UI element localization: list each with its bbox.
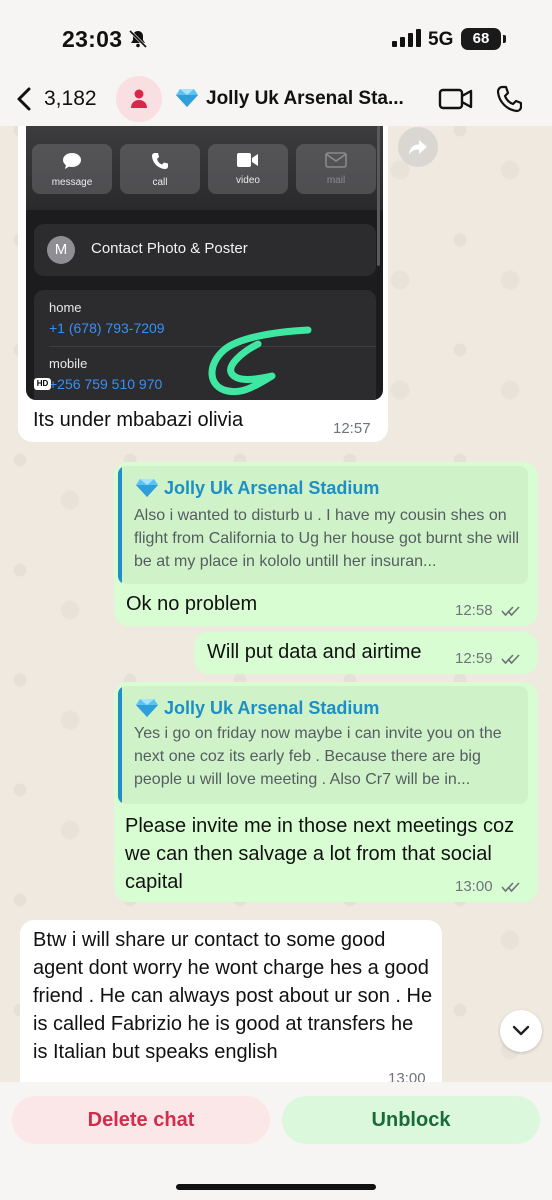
quote-text: Yes i go on friday now maybe i can invit…	[134, 725, 502, 788]
gem-icon	[176, 89, 198, 107]
chevron-down-icon	[512, 1025, 530, 1036]
screenshot-scrollbar	[377, 126, 380, 266]
action-label-mail: mail	[326, 175, 346, 186]
quoted-message[interactable]: Jolly Uk Arsenal Stadium Yes i go on fri…	[118, 686, 528, 804]
message-text: Btw i will share ur contact to some good…	[33, 929, 433, 1063]
bell-muted-icon	[128, 29, 148, 49]
chat-bubble-icon	[63, 153, 81, 169]
video-camera-icon	[237, 153, 258, 167]
envelope-icon	[325, 152, 347, 168]
chat-title[interactable]: Jolly Uk Arsenal Sta...	[206, 88, 404, 110]
quote-accent-bar	[118, 466, 122, 584]
back-chevron-icon[interactable]	[14, 86, 36, 112]
read-ticks-icon	[501, 654, 520, 665]
unblock-button[interactable]: Unblock	[282, 1096, 540, 1144]
gem-icon	[136, 699, 158, 717]
message-time: 12:58	[455, 602, 493, 619]
delete-chat-button[interactable]: Delete chat	[12, 1096, 270, 1144]
message-text: Ok no problem	[126, 593, 258, 615]
chat-header: 3,182 Jolly Uk Arsenal Sta...	[0, 72, 552, 126]
mail-action: mail	[296, 144, 376, 194]
action-label-video: video	[236, 175, 260, 186]
message-action: message	[32, 144, 112, 194]
hd-badge: HD	[34, 378, 51, 390]
contact-initial-avatar: M	[47, 236, 75, 264]
status-time: 23:03	[62, 26, 123, 52]
phone-icon	[152, 153, 168, 169]
blocked-contact-actions-bar: Delete chat Unblock	[0, 1082, 552, 1200]
message-time-with-ticks: 12:59	[455, 650, 521, 667]
read-ticks-icon	[501, 882, 520, 893]
action-label-call: call	[152, 177, 168, 188]
action-label-message: message	[51, 177, 93, 188]
message-time: 13:00	[455, 878, 493, 895]
green-arrow-annotation	[208, 326, 312, 395]
unread-count[interactable]: 3,182	[44, 87, 97, 111]
battery-tip	[503, 35, 506, 43]
message-time: 12:59	[455, 650, 493, 667]
network-type: 5G	[428, 29, 454, 50]
call-action: call	[120, 144, 200, 194]
quote-accent-bar	[118, 686, 122, 804]
cellular-signal-icon	[392, 29, 421, 47]
contact-photo-label: Contact Photo & Poster	[91, 240, 248, 257]
phone-number-home: +1 (678) 793-7209	[49, 320, 165, 336]
phone-call-icon[interactable]	[496, 85, 522, 113]
avatar[interactable]	[116, 76, 162, 122]
scroll-to-bottom-button[interactable]	[500, 1010, 542, 1052]
phone-number-mobile: +256 759 510 970	[49, 376, 163, 392]
message-time-with-ticks: 12:58	[455, 602, 521, 619]
attached-screenshot-image[interactable]: message call video mail M Contact Photo …	[26, 126, 383, 400]
video-action: video	[208, 144, 288, 194]
read-ticks-icon	[501, 606, 520, 617]
video-call-icon[interactable]	[438, 86, 474, 112]
message-time-with-ticks: 13:00	[455, 878, 521, 895]
contact-photo-row: M Contact Photo & Poster	[34, 224, 376, 276]
quote-author: Jolly Uk Arsenal Stadium	[164, 478, 380, 498]
quoted-message[interactable]: Jolly Uk Arsenal Stadium Also i wanted t…	[118, 466, 528, 584]
home-indicator	[176, 1184, 376, 1190]
battery-indicator: 68	[461, 28, 501, 50]
message-text: Will put data and airtime	[207, 641, 422, 663]
quote-text: Also i wanted to disturb u . I have my c…	[134, 507, 520, 570]
status-bar: 23:03 5G 68	[0, 0, 552, 72]
person-icon	[131, 89, 147, 108]
phone-label-mobile: mobile	[49, 356, 88, 371]
forward-button[interactable]	[398, 127, 438, 167]
forward-arrow-icon	[409, 140, 427, 155]
gem-icon	[136, 479, 158, 497]
phone-label-home: home	[49, 300, 82, 315]
quote-author: Jolly Uk Arsenal Stadium	[164, 698, 380, 718]
message-time: 12:57	[333, 420, 371, 437]
message-text: Its under mbabazi olivia	[33, 409, 244, 431]
